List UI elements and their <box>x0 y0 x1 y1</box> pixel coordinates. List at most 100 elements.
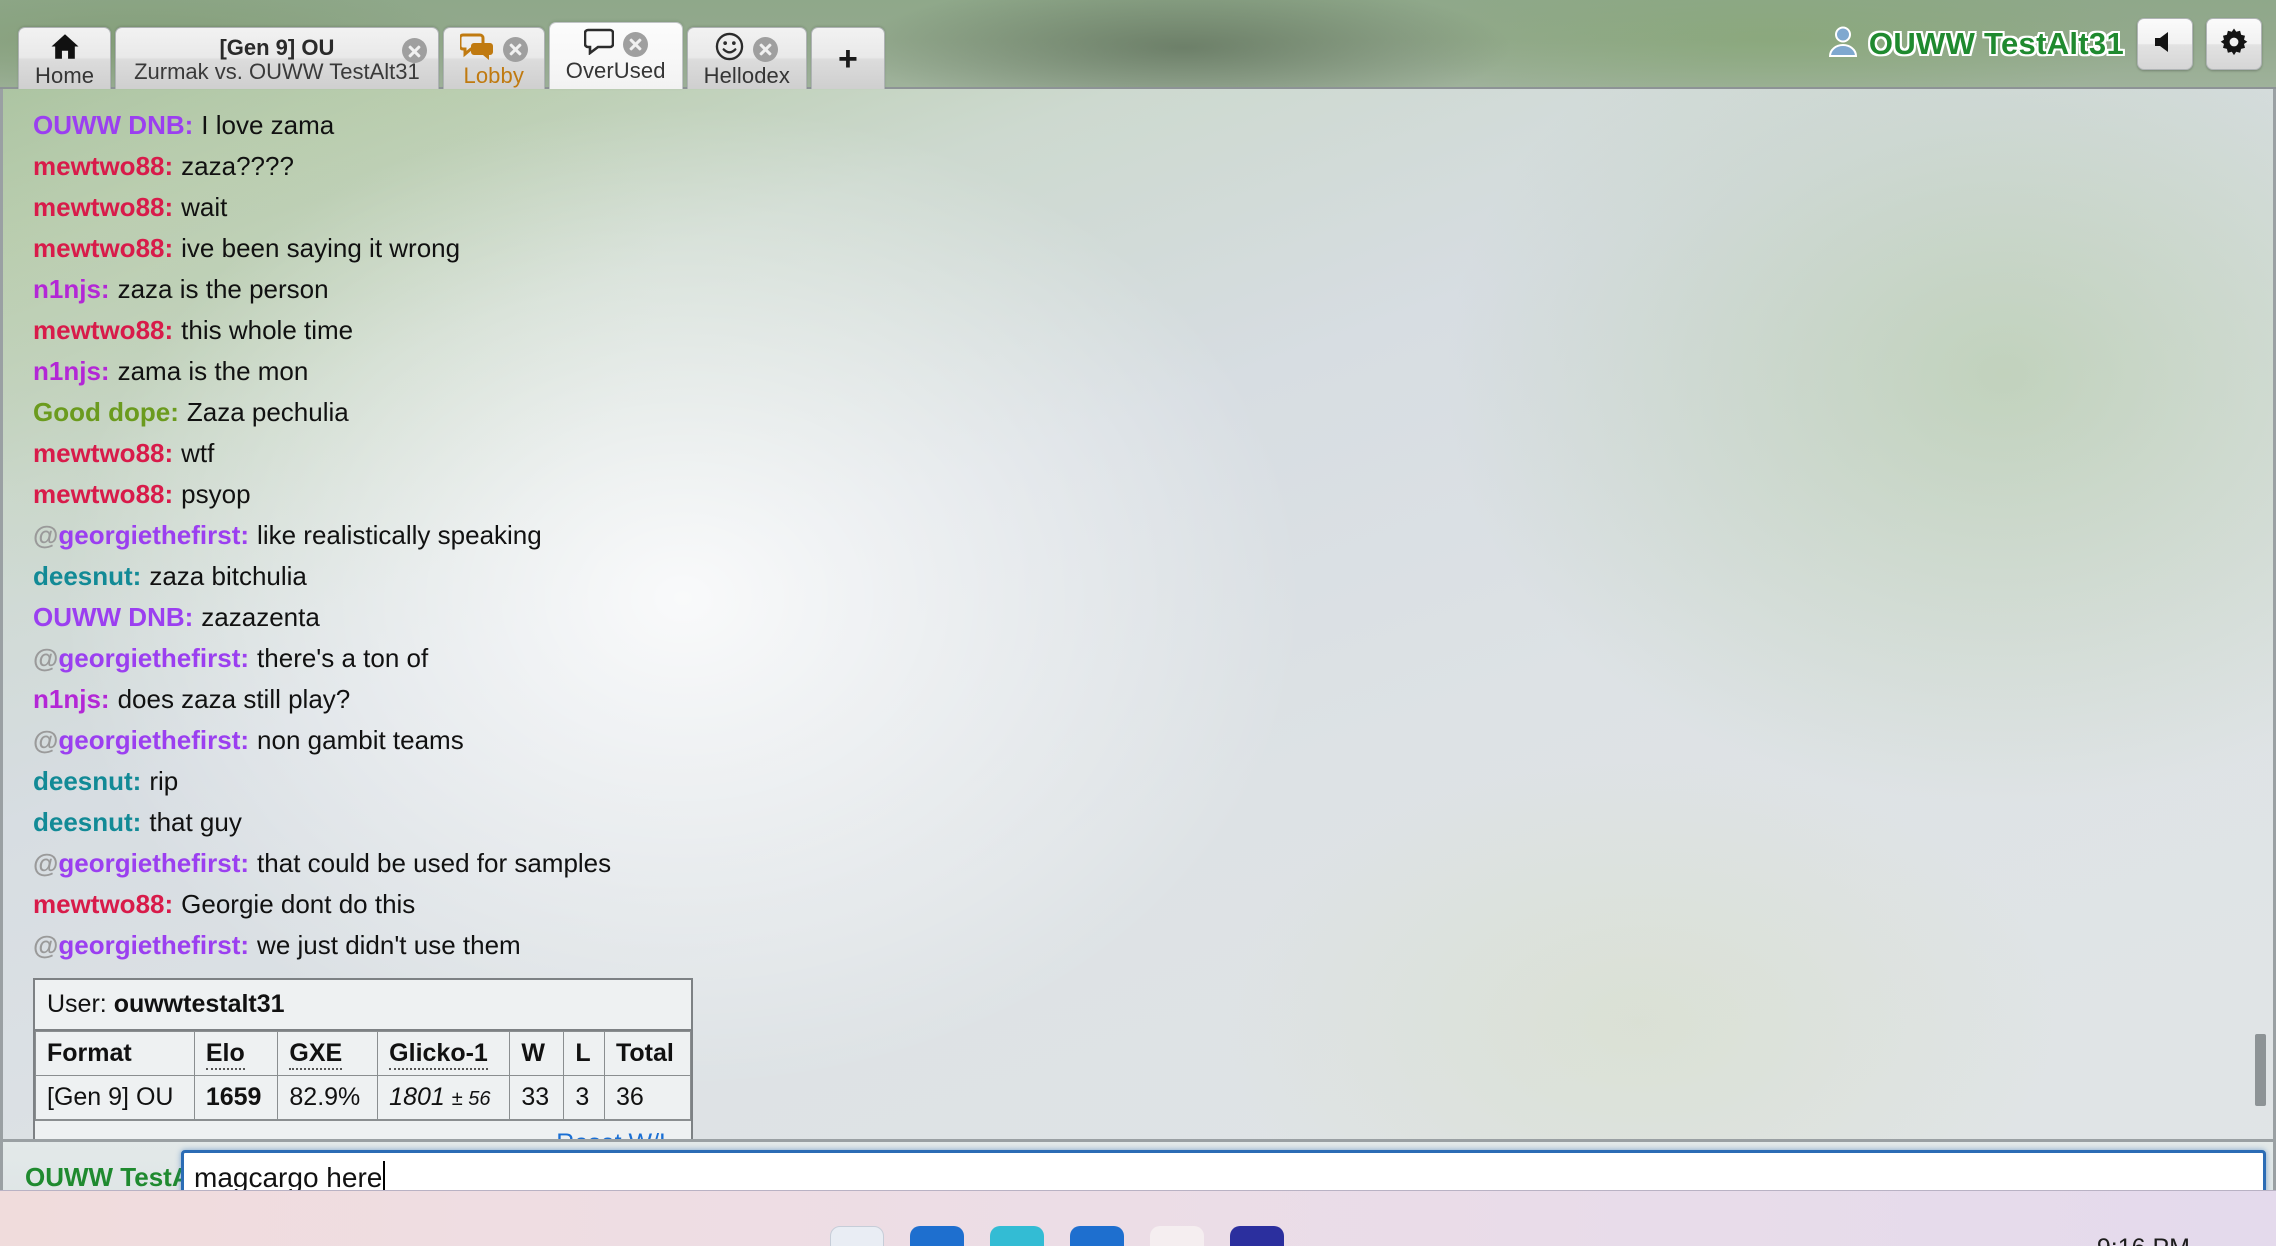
app-header: Home [Gen 9] OU Zurmak vs. OUWW TestAlt3… <box>0 0 2276 89</box>
ladder-reset-row: Reset W/L <box>35 1120 691 1139</box>
chat-message-username[interactable]: mewtwo88: <box>33 233 173 263</box>
chat-message-username[interactable]: georgiethefirst: <box>58 930 249 960</box>
chat-message-username[interactable]: georgiethefirst: <box>58 520 249 550</box>
ladder-header-row: Format Elo GXE Glicko-1 W L Total <box>35 1031 691 1076</box>
options-button[interactable] <box>2206 18 2262 70</box>
chat-message-username[interactable]: georgiethefirst: <box>58 848 249 878</box>
chat-message-username[interactable]: OUWW DNB: <box>33 110 193 140</box>
tab-hellodex-label: Hellodex <box>703 63 790 88</box>
taskbar-icon-explorer[interactable] <box>830 1226 884 1246</box>
chat-message-username[interactable]: n1njs: <box>33 356 110 386</box>
tab-overused-close-icon[interactable] <box>622 31 648 57</box>
chat-rank-symbol: @ <box>33 848 59 878</box>
tab-battle-close-icon[interactable] <box>401 38 427 63</box>
chat-message: mewtwo88: psyop <box>27 474 2273 515</box>
chat-input-rest-text: here <box>318 1161 383 1193</box>
username-label: OUWW TestAlt31 <box>1868 26 2124 61</box>
ladder-col-gxe[interactable]: GXE <box>277 1031 379 1076</box>
tab-overused-label: OverUsed <box>565 58 666 83</box>
chat-message: @georgiethefirst: we just didn't use them <box>27 925 2273 966</box>
tab-lobby-label: Lobby <box>463 63 524 88</box>
ladder-col-format: Format <box>35 1031 195 1076</box>
chat-message: deesnut: rip <box>27 761 2273 802</box>
chat-message-username[interactable]: georgiethefirst: <box>58 725 249 755</box>
os-taskbar: 9:16 PM <box>0 1190 2276 1246</box>
ladder-table: Format Elo GXE Glicko-1 W L Total [Gen 9… <box>35 1031 691 1120</box>
chat-message-text: there's a ton of <box>257 643 429 673</box>
tab-overused[interactable]: OverUsed <box>548 22 683 89</box>
chat-message-username[interactable]: mewtwo88: <box>33 192 173 222</box>
tab-hellodex-close-icon[interactable] <box>753 36 779 62</box>
tab-lobby[interactable]: Lobby <box>442 27 545 89</box>
chat-message-username[interactable]: mewtwo88: <box>33 151 173 181</box>
chat-message-username[interactable]: deesnut: <box>33 766 141 796</box>
tab-bar: Home [Gen 9] OU Zurmak vs. OUWW TestAlt3… <box>18 22 889 89</box>
ladder-rating-block: User: ouwwtestalt31 Format Elo GXE Glick… <box>33 978 693 1139</box>
chat-message-text: like realistically speaking <box>257 520 542 550</box>
chat-message: n1njs: zama is the mon <box>27 351 2273 392</box>
user-silhouette-icon <box>1827 25 1859 63</box>
taskbar-clock[interactable]: 9:16 PM <box>2097 1234 2190 1246</box>
ladder-col-elo[interactable]: Elo <box>193 1031 279 1076</box>
chat-message-log[interactable]: OUWW DNB: I love zama mewtwo88: zaza???? mew… <box>0 89 2276 1139</box>
chat-message-username[interactable]: Good dope: <box>33 397 179 427</box>
chat-message-username[interactable]: mewtwo88: <box>33 438 173 468</box>
sound-button[interactable] <box>2137 18 2193 70</box>
ladder-col-total: Total <box>604 1031 691 1076</box>
chat-message-text: zaza bitchulia <box>149 561 307 591</box>
tab-lobby-icon-row <box>458 33 528 65</box>
chat-rank-symbol: @ <box>33 725 59 755</box>
smiley-icon <box>715 32 744 66</box>
ladder-cell-wins: 33 <box>509 1075 565 1120</box>
taskbar-icon-teams[interactable] <box>990 1226 1044 1246</box>
tab-add-new[interactable]: + <box>810 27 885 89</box>
chat-message-username[interactable]: OUWW DNB: <box>33 602 193 632</box>
gear-icon <box>2220 28 2248 61</box>
chat-scrollbar[interactable] <box>2252 89 2268 1139</box>
tab-lobby-close-icon[interactable] <box>502 36 528 62</box>
chat-message-username[interactable]: n1njs: <box>33 684 110 714</box>
chat-message-username[interactable]: deesnut: <box>33 807 141 837</box>
chat-message-text: wait <box>181 192 228 222</box>
chat-bubbles-icon <box>458 33 494 65</box>
chat-message-text: ive been saying it wrong <box>181 233 461 263</box>
chat-message-text: zaza is the person <box>117 274 329 304</box>
chat-message-username[interactable]: georgiethefirst: <box>58 643 249 673</box>
ladder-glicko-value: 1801 <box>389 1083 445 1111</box>
user-menu-button[interactable]: OUWW TestAlt31 <box>1827 25 2124 63</box>
ladder-col-glicko[interactable]: Glicko-1 <box>377 1031 511 1076</box>
ladder-user-row: User: ouwwtestalt31 <box>35 980 691 1031</box>
ladder-table-head: Format Elo GXE Glicko-1 W L Total <box>35 1031 691 1076</box>
volume-icon <box>2152 30 2179 59</box>
chat-message-username[interactable]: deesnut: <box>33 561 141 591</box>
chat-input-text: magcargo here <box>194 1160 386 1194</box>
chat-bubble-icon <box>583 28 614 60</box>
taskbar-icon-outlook[interactable] <box>910 1226 964 1246</box>
tab-hellodex[interactable]: Hellodex <box>686 27 807 89</box>
chat-message-text: zaza???? <box>181 151 294 181</box>
taskbar-icon-store[interactable] <box>1230 1226 1284 1246</box>
ladder-cell-elo: 1659 <box>193 1075 279 1120</box>
tab-home[interactable]: Home <box>18 27 112 89</box>
chat-message-username[interactable]: mewtwo88: <box>33 479 173 509</box>
chat-message-username[interactable]: mewtwo88: <box>33 889 173 919</box>
chat-message: OUWW DNB: zazazenta <box>27 597 2273 638</box>
taskbar-icon-onedrive[interactable] <box>1070 1226 1124 1246</box>
chat-message: mewtwo88: this whole time <box>27 310 2273 351</box>
tab-overused-icon-row <box>583 28 648 60</box>
chat-message-username[interactable]: mewtwo88: <box>33 315 173 345</box>
chat-message-text: rip <box>149 766 179 796</box>
chat-scrollbar-thumb[interactable] <box>2255 1034 2266 1106</box>
taskbar-icon-notes[interactable] <box>1150 1226 1204 1246</box>
chat-message-text: Zaza pechulia <box>186 397 349 427</box>
tab-battle-players: Zurmak vs. OUWW TestAlt31 <box>134 59 420 84</box>
chat-message-text: psyop <box>181 479 251 509</box>
chat-message-username[interactable]: n1njs: <box>33 274 110 304</box>
chat-rank-symbol: @ <box>33 643 59 673</box>
reset-wl-link[interactable]: Reset W/L <box>556 1129 673 1139</box>
chat-message: @georgiethefirst: like realistically spea… <box>27 515 2273 556</box>
chat-message-list: OUWW DNB: I love zama mewtwo88: zaza???? mew… <box>3 89 2273 1139</box>
tab-battle-gen9ou[interactable]: [Gen 9] OU Zurmak vs. OUWW TestAlt31 <box>115 27 439 89</box>
chat-message-text: non gambit teams <box>257 725 464 755</box>
chat-rank-symbol: @ <box>33 520 59 550</box>
